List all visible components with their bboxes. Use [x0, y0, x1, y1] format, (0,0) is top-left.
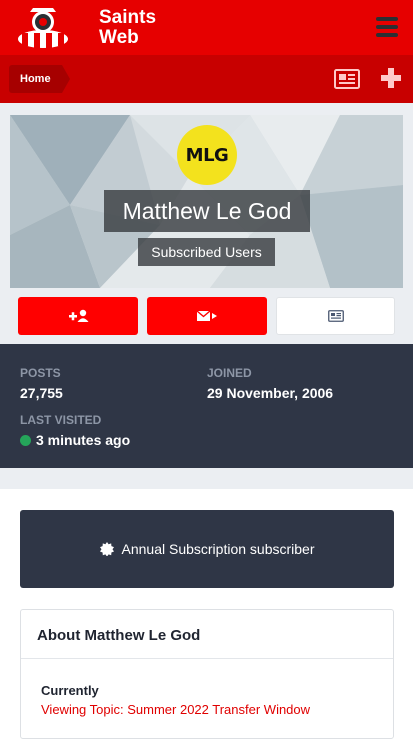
club-logo[interactable]: [16, 6, 96, 50]
brand-line-1: Saints: [99, 7, 157, 28]
about-title: About Matthew Le God: [37, 627, 201, 644]
posts-value: 27,755: [20, 385, 63, 401]
joined-value: 29 November, 2006: [207, 385, 334, 401]
currently-activity-link[interactable]: Viewing Topic: Summer 2022 Transfer Wind…: [41, 702, 310, 717]
profile-stats-panel: POSTS 27,755 JOINED 29 November, 2006 LA…: [0, 344, 413, 468]
last-visited-value: 3 minutes ago: [36, 432, 131, 448]
message-icon: [196, 310, 217, 321]
joined-label: JOINED: [207, 366, 252, 380]
award-badge-icon: [99, 542, 114, 556]
breadcrumb-home[interactable]: Home: [9, 65, 70, 93]
online-status-icon: [20, 435, 31, 446]
avatar-initials: MLG: [185, 144, 229, 166]
add-follow-icon: [69, 309, 89, 322]
subscription-text: Annual Subscription subscriber: [121, 541, 315, 557]
sub-navigation-bar: Home: [0, 55, 413, 103]
plus-icon[interactable]: [380, 67, 402, 89]
subscription-badge-banner: Annual Subscription subscriber: [20, 510, 394, 588]
content-icon: [327, 310, 344, 322]
posts-label: POSTS: [20, 366, 61, 380]
view-content-button[interactable]: [276, 297, 395, 335]
message-button[interactable]: [147, 297, 267, 335]
follow-button[interactable]: [18, 297, 138, 335]
top-header-bar: Saints Web: [0, 0, 413, 55]
last-visited-row: 3 minutes ago: [20, 432, 130, 448]
last-visited-label: LAST VISITED: [20, 413, 102, 427]
profile-name: Matthew Le God: [104, 190, 310, 232]
hamburger-icon[interactable]: [376, 17, 398, 39]
currently-label: Currently: [41, 683, 99, 698]
brand-line-2: Web: [99, 27, 139, 48]
user-avatar[interactable]: MLG: [177, 125, 237, 185]
about-divider: [21, 658, 393, 659]
member-group-badge: Subscribed Users: [138, 238, 275, 266]
about-user-card: About Matthew Le God Currently Viewing T…: [20, 609, 394, 739]
newspaper-icon[interactable]: [334, 68, 360, 90]
site-brand-name[interactable]: Saints Web: [99, 8, 156, 48]
